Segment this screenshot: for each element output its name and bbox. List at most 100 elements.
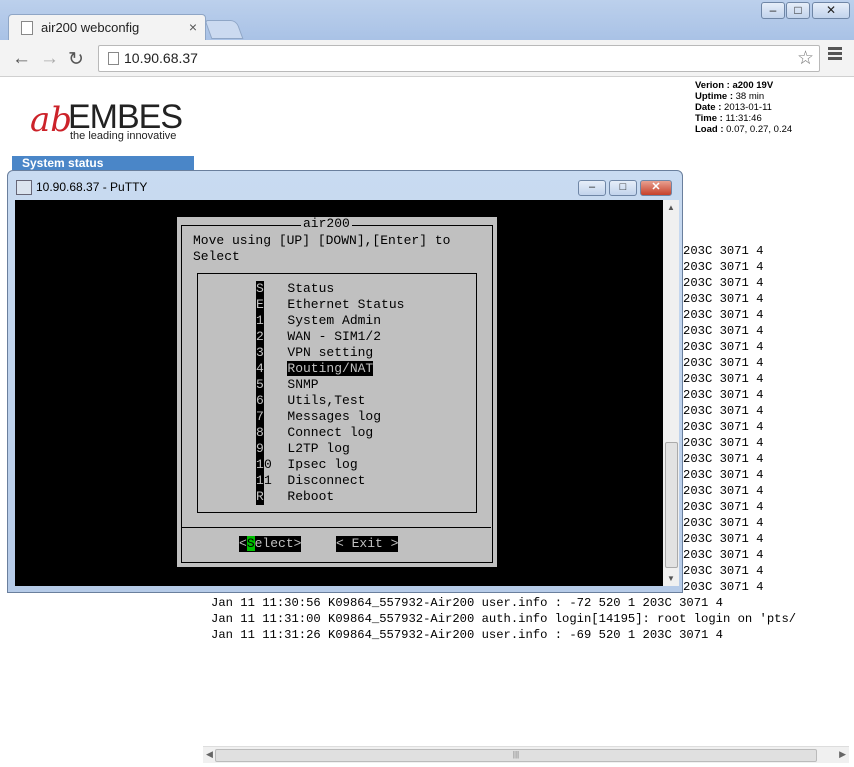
- log-fragment: 203C 3071 4: [683, 484, 764, 498]
- log-fragment: 203C 3071 4: [683, 516, 764, 530]
- menu-item[interactable]: S Status: [256, 281, 334, 297]
- menu-item-key-rest: [264, 297, 287, 312]
- terminal-scrollbar[interactable]: ▲ ▼: [663, 200, 679, 586]
- menu-item[interactable]: 2 WAN - SIM1/2: [256, 329, 381, 345]
- menu-item-key: S: [256, 281, 264, 297]
- menu-item[interactable]: 1 System Admin: [256, 313, 381, 329]
- terminal-scroll-thumb[interactable]: [665, 442, 678, 568]
- menu-item-label: System Admin: [287, 313, 382, 328]
- terminal-area[interactable]: air200 Move using [UP] [DOWN],[Enter] to…: [15, 200, 663, 586]
- menu-item-key: 7: [256, 409, 264, 425]
- page-icon: [108, 52, 119, 65]
- menu-item-key-rest: [264, 313, 287, 328]
- menu-item[interactable]: 10 Ipsec log: [256, 457, 358, 473]
- log-fragment: 203C 3071 4: [683, 532, 764, 546]
- menu-item-key-rest: [264, 377, 287, 392]
- scroll-up-icon[interactable]: ▲: [667, 203, 675, 212]
- tab-close-icon[interactable]: ×: [189, 19, 197, 35]
- menu-item[interactable]: 8 Connect log: [256, 425, 373, 441]
- putty-maximize-button[interactable]: □: [609, 180, 637, 196]
- log-fragment: 203C 3071 4: [683, 260, 764, 274]
- menu-item-key-rest: [264, 425, 287, 440]
- close-button[interactable]: ✕: [812, 2, 850, 19]
- menu-item[interactable]: 5 SNMP: [256, 377, 319, 393]
- logo-tagline: the leading innovative: [70, 130, 177, 142]
- menu-icon[interactable]: [828, 47, 842, 62]
- forward-icon[interactable]: →: [40, 48, 59, 70]
- select-btn-post: elect>: [254, 536, 302, 551]
- menu-list: S Status E Ethernet Status 1 System Admin 2…: [197, 273, 477, 513]
- menu-item-label: Utils,Test: [287, 393, 366, 408]
- log-fragment: 203C 3071 4: [683, 436, 764, 450]
- log-fragment: 203C 3071 4: [683, 292, 764, 306]
- date-label: Date :: [695, 102, 722, 113]
- menu-item[interactable]: 4 Routing/NAT: [256, 361, 374, 377]
- menu-item-key-rest: [264, 361, 287, 376]
- minimize-button[interactable]: –: [761, 2, 785, 19]
- horizontal-scrollbar[interactable]: ◀ ||| ▶: [203, 746, 849, 763]
- menu-item[interactable]: E Ethernet Status: [256, 297, 404, 313]
- scroll-down-icon[interactable]: ▼: [667, 574, 675, 583]
- scroll-left-icon[interactable]: ◀: [206, 749, 213, 760]
- document-icon: [21, 21, 33, 35]
- logo-mark-icon: ab: [30, 100, 73, 140]
- back-icon[interactable]: ←: [12, 48, 31, 70]
- menu-item-key: 8: [256, 425, 264, 441]
- maximize-button[interactable]: □: [786, 2, 810, 19]
- menu-item[interactable]: 6 Utils,Test: [256, 393, 365, 409]
- date-value: 2013-01-11: [724, 102, 772, 113]
- menu-item-key-rest: [264, 409, 287, 424]
- menu-item-key: 6: [256, 393, 264, 409]
- putty-minimize-button[interactable]: –: [578, 180, 606, 196]
- browser-titlebar: air200 webconfig × – □ ✕: [0, 0, 854, 41]
- log-fragment: 203C 3071 4: [683, 580, 764, 594]
- menu-item-label: Reboot: [287, 489, 335, 504]
- menu-item-key: 2: [256, 329, 264, 345]
- menu-item-key: 1: [256, 457, 264, 473]
- prompt-line-2: Select: [193, 249, 240, 264]
- log-fragment: 203C 3071 4: [683, 452, 764, 466]
- bookmark-star-icon[interactable]: ☆: [797, 47, 814, 70]
- menu-item-key-rest: [264, 393, 287, 408]
- menu-item-label: Messages log: [287, 409, 382, 424]
- menu-item[interactable]: R Reboot: [256, 489, 334, 505]
- log-fragment: 203C 3071 4: [683, 340, 764, 354]
- menu-item-key-rest: [264, 329, 287, 344]
- scroll-right-icon[interactable]: ▶: [839, 749, 846, 760]
- log-fragment: 203C 3071 4: [683, 564, 764, 578]
- version-value: a200 19V: [732, 80, 774, 91]
- exit-button[interactable]: < Exit >: [336, 536, 399, 552]
- menu-item-label: Routing/NAT: [287, 361, 374, 376]
- uptime-label: Uptime :: [695, 91, 733, 102]
- new-tab-button[interactable]: [204, 20, 244, 39]
- menu-item[interactable]: 3 VPN setting: [256, 345, 373, 361]
- nav-system-status[interactable]: System status: [12, 156, 194, 170]
- url-text[interactable]: 10.90.68.37: [124, 50, 198, 66]
- log-fragment: 203C 3071 4: [683, 548, 764, 562]
- menu-item-key: 4: [256, 361, 264, 377]
- log-fragment: 203C 3071 4: [683, 500, 764, 514]
- menu-item[interactable]: 9 L2TP log: [256, 441, 350, 457]
- menu-item[interactable]: 11 Disconnect: [256, 473, 365, 489]
- select-button[interactable]: <Select>: [239, 536, 302, 552]
- putty-close-button[interactable]: ✕: [640, 180, 672, 196]
- menu-item[interactable]: 7 Messages log: [256, 409, 381, 425]
- reload-icon[interactable]: ↻: [68, 48, 84, 71]
- log-fragment: 203C 3071 4: [683, 244, 764, 258]
- log-fragment: 203C 3071 4: [683, 276, 764, 290]
- menu-item-label: WAN - SIM1/2: [287, 329, 382, 344]
- log-line: Jan 11 11:31:00 K09864_557932-Air200 aut…: [211, 612, 797, 626]
- menu-item-key: 5: [256, 377, 264, 393]
- putty-window[interactable]: 10.90.68.37 - PuTTY – □ ✕ air200 Move us…: [7, 170, 683, 593]
- version-label: Verion :: [695, 80, 730, 91]
- menu-item-key: 1: [256, 473, 264, 489]
- menu-item-key: R: [256, 489, 264, 505]
- log-fragment: 203C 3071 4: [683, 404, 764, 418]
- address-bar[interactable]: 10.90.68.37 ☆: [98, 45, 820, 72]
- log-right-column: 203C 3071 4 203C 3071 4 203C 3071 4 203C 30…: [683, 243, 763, 595]
- uptime-value: 38 min: [735, 91, 765, 102]
- scroll-thumb[interactable]: |||: [215, 749, 817, 762]
- menu-item-label: Ipsec log: [287, 457, 358, 472]
- menu-item-key-rest: [264, 489, 287, 504]
- browser-tab[interactable]: air200 webconfig ×: [8, 14, 206, 41]
